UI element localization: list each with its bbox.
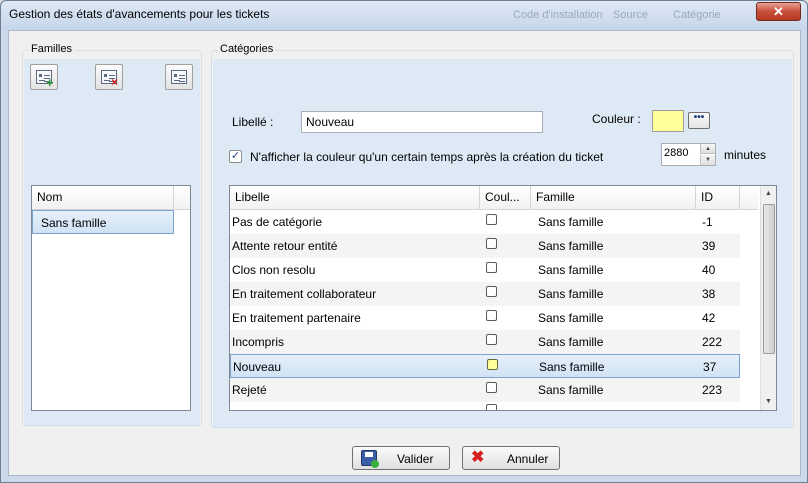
save-icon: [361, 450, 379, 468]
category-row-partial[interactable]: [230, 402, 740, 410]
annuler-label: Annuler: [507, 452, 549, 466]
category-color-checkbox[interactable]: [486, 334, 497, 345]
categories-scrollbar[interactable]: ▲ ▼: [760, 186, 776, 410]
dialog-client-area: Familles + × Nom Sans famille Catégories…: [8, 30, 801, 476]
color-picker-button[interactable]: •••: [688, 112, 710, 129]
background-tab-label: Source: [613, 9, 648, 21]
window-title: Gestion des états d'avancements pour les…: [9, 7, 270, 21]
close-button[interactable]: ✕: [756, 2, 801, 21]
familles-grid[interactable]: Nom Sans famille: [31, 185, 191, 411]
category-libelle: Attente retour entité: [232, 239, 338, 253]
scroll-down-icon[interactable]: ▼: [761, 394, 776, 410]
category-libelle: Incompris: [232, 335, 285, 349]
category-row[interactable]: Nouveau Sans famille 37: [230, 354, 740, 378]
category-id: 38: [702, 287, 716, 301]
familles-row-name: Sans famille: [41, 216, 107, 230]
categories-grid[interactable]: Libelle Coul... Famille ID Pas de catégo…: [229, 185, 777, 411]
add-family-button[interactable]: +: [30, 64, 58, 90]
category-libelle: Clos non resolu: [232, 263, 316, 277]
category-libelle: En traitement collaborateur: [232, 287, 377, 301]
column-header-nom[interactable]: Nom: [32, 186, 174, 209]
valider-button[interactable]: Valider: [352, 446, 450, 470]
minutes-input[interactable]: [664, 147, 698, 159]
category-color-checkbox[interactable]: [486, 404, 497, 410]
column-header-couleur[interactable]: Coul...: [480, 186, 531, 209]
category-color-checkbox[interactable]: [486, 238, 497, 249]
cancel-icon: ✖: [471, 449, 485, 466]
category-famille: Sans famille: [538, 383, 604, 397]
categories-legend: Catégories: [218, 43, 276, 55]
category-row[interactable]: Clos non resolu Sans famille 40: [230, 258, 740, 282]
color-duration-label: N'afficher la couleur qu'un certain temp…: [250, 150, 604, 164]
category-libelle: Nouveau: [233, 360, 282, 374]
category-id: 37: [703, 360, 717, 374]
close-icon: ✕: [773, 3, 784, 19]
valider-label: Valider: [397, 452, 434, 466]
category-libelle: En traitement partenaire: [232, 311, 361, 325]
column-header-libelle[interactable]: Libelle: [230, 186, 480, 209]
libelle-input[interactable]: Nouveau: [301, 111, 543, 133]
annuler-button[interactable]: ✖ Annuler: [462, 446, 560, 470]
category-id: 222: [702, 335, 723, 349]
title-bar[interactable]: Gestion des états d'avancements pour les…: [1, 1, 807, 29]
category-famille: Sans famille: [539, 360, 605, 374]
familles-group: Familles + × Nom Sans famille: [22, 43, 202, 426]
libelle-label: Libellé :: [232, 115, 274, 129]
category-color-checkbox[interactable]: [486, 382, 497, 393]
scroll-up-icon[interactable]: ▲: [761, 186, 776, 202]
category-libelle: Rejeté: [232, 383, 267, 397]
familles-legend: Familles: [29, 43, 74, 55]
category-famille: Sans famille: [538, 239, 604, 253]
column-header-famille[interactable]: Famille: [531, 186, 696, 209]
category-color-checkbox[interactable]: [486, 286, 497, 297]
category-row[interactable]: Attente retour entité Sans famille 39: [230, 234, 740, 258]
minutes-label: minutes: [724, 148, 767, 162]
categories-grid-header: Libelle Coul... Famille ID: [230, 186, 758, 210]
minutes-spinner[interactable]: ▲ ▼: [661, 143, 716, 166]
category-famille: Sans famille: [538, 287, 604, 301]
couleur-label: Couleur :: [592, 112, 641, 126]
background-tab-label: Catégorie: [673, 9, 721, 21]
spin-up-icon[interactable]: ▲: [700, 144, 715, 154]
category-row[interactable]: Rejeté Sans famille 223: [230, 378, 740, 402]
familles-grid-header: Nom: [32, 186, 190, 210]
familles-row[interactable]: Sans famille: [32, 210, 174, 234]
category-row[interactable]: Incompris Sans famille 222: [230, 330, 740, 354]
color-duration-checkbox[interactable]: ✓: [229, 150, 242, 163]
category-row[interactable]: En traitement partenaire Sans famille 42: [230, 306, 740, 330]
category-famille: Sans famille: [538, 263, 604, 277]
category-color-checkbox[interactable]: [486, 310, 497, 321]
category-id: 223: [702, 383, 723, 397]
category-famille: Sans famille: [538, 311, 604, 325]
edit-family-icon: [171, 70, 187, 84]
category-famille: Sans famille: [538, 215, 604, 229]
category-libelle: Pas de catégorie: [232, 215, 323, 229]
edit-family-button[interactable]: [165, 64, 193, 90]
categories-group: Catégories Libellé : Nouveau Couleur : •…: [211, 43, 794, 428]
spin-down-icon[interactable]: ▼: [700, 155, 715, 165]
category-famille: Sans famille: [538, 335, 604, 349]
category-row[interactable]: Pas de catégorie Sans famille -1: [230, 210, 740, 234]
category-id: 40: [702, 263, 716, 277]
category-color-checkbox[interactable]: [486, 262, 497, 273]
category-row[interactable]: En traitement collaborateur Sans famille 3…: [230, 282, 740, 306]
category-id: 39: [702, 239, 716, 253]
background-tab-label: Code d'installation: [513, 9, 603, 21]
color-swatch[interactable]: [652, 110, 684, 132]
column-header-id[interactable]: ID: [696, 186, 740, 209]
delete-family-button[interactable]: ×: [95, 64, 123, 90]
category-color-checkbox[interactable]: [486, 214, 497, 225]
category-id: 42: [702, 311, 716, 325]
dialog-window: Gestion des états d'avancements pour les…: [0, 0, 808, 483]
scrollbar-thumb[interactable]: [763, 204, 775, 354]
category-color-checkbox[interactable]: [487, 359, 498, 370]
category-id: -1: [702, 215, 713, 229]
